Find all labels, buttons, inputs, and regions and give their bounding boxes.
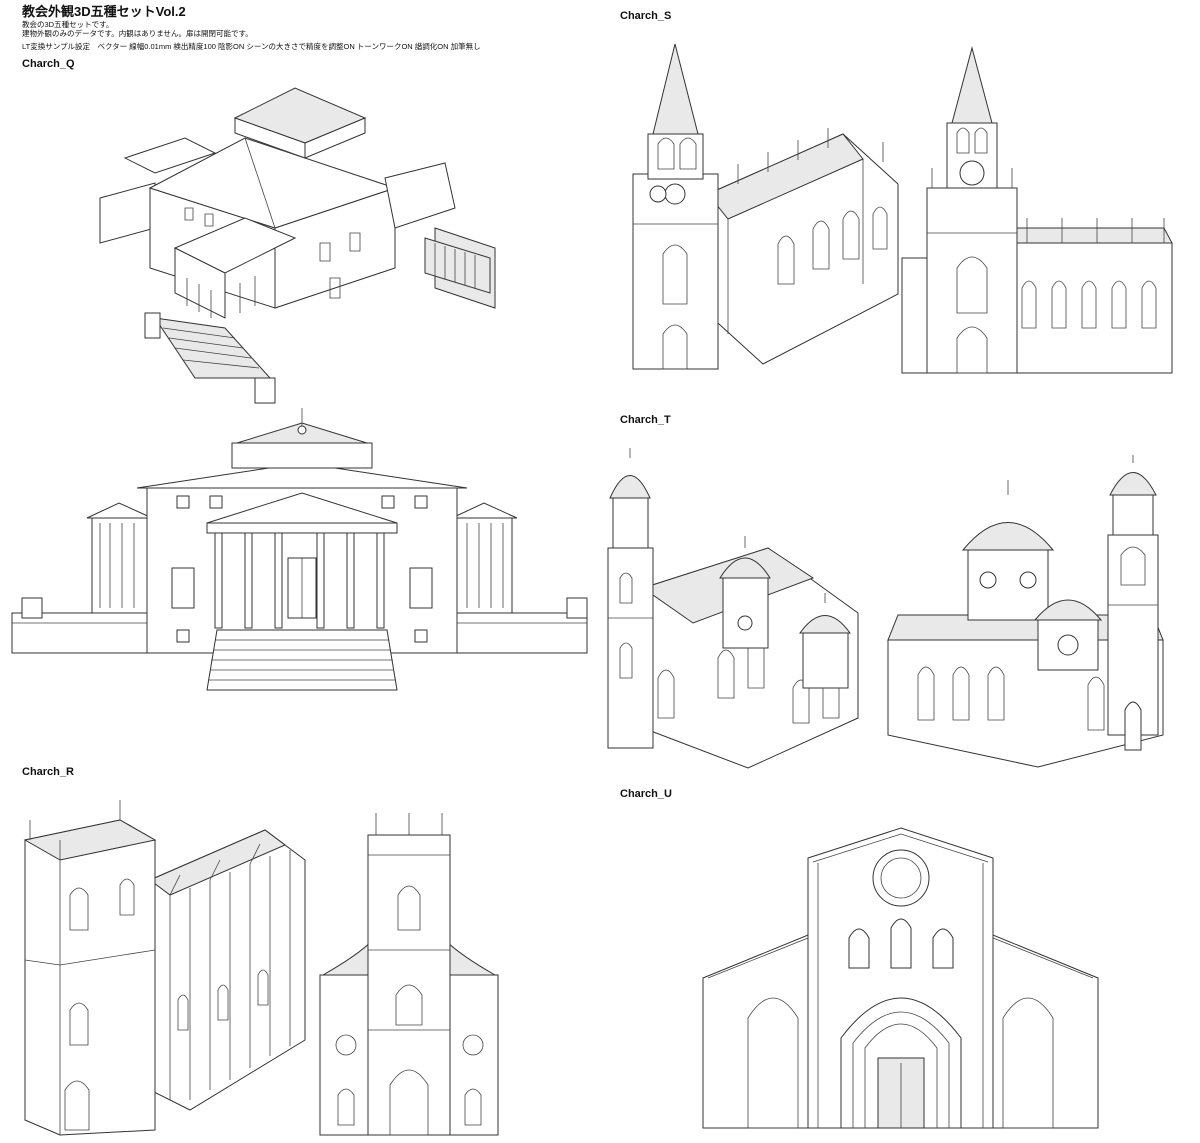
charch-r-front-illustration [318, 805, 500, 1135]
charch-t-perspective-illustration [598, 448, 868, 773]
lt-settings-text: LT変換サンプル設定 ベクター 線幅0.01mm 検出精度100 陰影ON シー… [22, 42, 481, 51]
charch-u-front-illustration [703, 828, 1098, 1133]
charch-r-perspective-illustration [20, 800, 310, 1135]
label-charch-u: Charch_U [620, 788, 672, 800]
label-charch-r: Charch_R [22, 766, 74, 778]
charch-s-perspective-illustration [628, 44, 913, 379]
label-charch-q: Charch_Q [22, 58, 75, 70]
page-header: 教会外観3D五種セットVol.2 教会の3D五種セットです。 建物外観のみのデー… [22, 4, 481, 51]
label-charch-t: Charch_T [620, 414, 671, 426]
charch-q-front-illustration [12, 408, 592, 698]
charch-s-front-illustration [902, 48, 1177, 378]
label-charch-s: Charch_S [620, 10, 672, 22]
description-line-1: 教会の3D五種セットです。 [22, 20, 114, 29]
description-line-2: 建物外観のみのデータです。内観はありません。扉は開閉可能です。 [22, 29, 253, 38]
page-title: 教会外観3D五種セットVol.2 [22, 4, 186, 19]
charch-q-perspective-illustration [95, 78, 515, 408]
charch-t-front-illustration [888, 455, 1178, 770]
